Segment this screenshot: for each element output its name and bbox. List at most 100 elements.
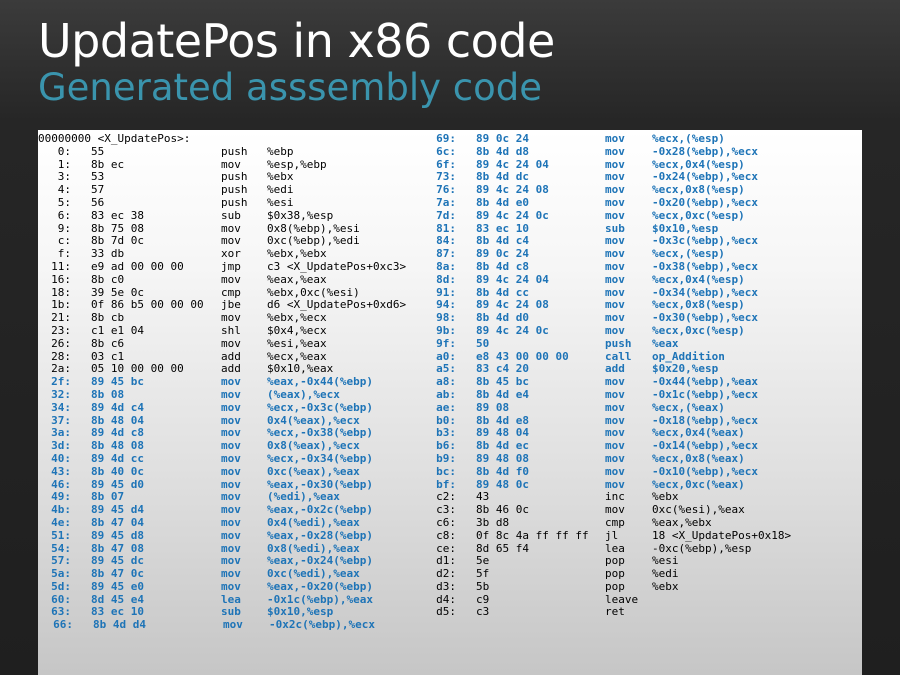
opcode-bytes: 50 <box>476 336 490 350</box>
code-line: 0: 55 push %ebp <box>38 144 294 159</box>
mnemonic: mov <box>605 259 625 273</box>
assembly-column-left: 00000000 <X_UpdatePos>: 0: 55 push %ebp 1: 8b… <box>38 132 406 632</box>
mnemonic: mov <box>221 400 241 414</box>
opcode-bytes: 8b c0 <box>91 272 125 286</box>
mnemonic: mov <box>221 451 241 465</box>
code-line: 5a: 8b 47 0c mov 0xc(%edi),%eax <box>38 567 360 581</box>
mnemonic: mov <box>605 387 625 401</box>
mnemonic: mov <box>605 503 625 517</box>
operands: -0x28(%ebp),%ecx <box>652 144 758 158</box>
operands: -0x1c(%ebp),%ecx <box>652 387 758 401</box>
operands: 0xc(%eax),%eax <box>267 464 360 478</box>
mnemonic: mov <box>221 528 241 542</box>
code-line: 51: 89 45 d8 mov %eax,-0x28(%ebp) <box>38 529 373 543</box>
mnemonic: pop <box>605 579 625 593</box>
address: 5: <box>57 195 71 209</box>
address: 26: <box>51 336 71 350</box>
operands: %ecx,-0x34(%ebp) <box>267 451 373 465</box>
mnemonic: mov <box>223 618 243 632</box>
operands: %eax,-0x20(%ebp) <box>267 579 373 593</box>
opcode-bytes: 89 4c 24 0c <box>476 323 549 337</box>
code-line: 34: 89 4d c4 mov %ecx,-0x3c(%ebp) <box>38 401 373 415</box>
opcode-bytes: 89 4c 24 04 <box>476 272 549 286</box>
operands: %eax,-0x28(%ebp) <box>267 528 373 542</box>
mnemonic: mov <box>221 515 241 529</box>
mnemonic: mov <box>221 464 241 478</box>
mnemonic: mov <box>605 323 625 337</box>
opcode-bytes: c3 <box>476 605 490 619</box>
operands: 18 <X_UpdatePos+0x18> <box>652 528 792 542</box>
opcode-bytes: 89 48 08 <box>476 451 529 465</box>
opcode-bytes: 5f <box>476 567 490 581</box>
address: 5d: <box>51 579 71 593</box>
opcode-bytes: 0f 8c 4a ff ff ff <box>476 528 589 542</box>
operands: %ecx,0xc(%esp) <box>652 323 745 337</box>
opcode-bytes: 89 4d c4 <box>91 400 144 414</box>
address: b6: <box>436 439 456 453</box>
opcode-bytes: 56 <box>91 195 105 209</box>
opcode-bytes: 8b 40 0c <box>91 464 144 478</box>
address: 11: <box>51 259 71 273</box>
slide-title: UpdatePos in x86 code <box>38 14 555 68</box>
opcode-bytes: 89 4c 24 0c <box>476 208 549 222</box>
address: 66: <box>53 618 73 632</box>
mnemonic: mov <box>605 464 625 478</box>
code-line: 5d: 89 45 e0 mov %eax,-0x20(%ebp) <box>38 579 373 594</box>
opcode-bytes: 83 ec 38 <box>91 208 144 222</box>
opcode-bytes: 8b 47 04 <box>91 515 144 529</box>
address: 0: <box>57 144 71 158</box>
code-line: 4e: 8b 47 04 mov 0x4(%edi),%eax <box>38 515 360 530</box>
mnemonic: cmp <box>605 515 625 529</box>
mnemonic: mov <box>221 567 241 581</box>
opcode-bytes: 8b 46 0c <box>476 503 529 517</box>
code-line: 66: 8b 4d d4 mov -0x2c(%ebp),%ecx <box>38 618 375 632</box>
address: 32: <box>51 387 71 401</box>
address: 6: <box>57 208 71 222</box>
address: 40: <box>51 451 71 465</box>
code-line: 6: 83 ec 38 sub $0x38,%esp <box>38 208 333 223</box>
code-line: 11: e9 ad 00 00 00 jmp c3 <X_UpdatePos+0xc3… <box>38 259 406 274</box>
mnemonic: pop <box>605 567 625 581</box>
mnemonic: jmp <box>221 259 241 273</box>
address: d2: <box>436 567 456 581</box>
opcode-bytes: 8b 4d c8 <box>476 259 529 273</box>
address: 9b: <box>436 323 456 337</box>
address: 8a: <box>436 259 456 273</box>
address: ab: <box>436 387 456 401</box>
address: 7d: <box>436 208 456 222</box>
opcode-bytes: 55 <box>91 144 105 158</box>
address: c8: <box>436 528 456 542</box>
mnemonic: mov <box>605 208 625 222</box>
address: 6c: <box>436 144 456 158</box>
code-line: 5: 56 push %esi <box>38 195 294 210</box>
operands: -0x10(%ebp),%ecx <box>652 464 758 478</box>
operands: %eax,-0x2c(%ebp) <box>267 503 373 517</box>
opcode-bytes: 89 45 e0 <box>91 579 144 593</box>
opcode-bytes: 89 4d cc <box>91 451 144 465</box>
address: d3: <box>436 579 456 593</box>
mnemonic: shl <box>221 323 241 337</box>
code-line: 4b: 89 45 d4 mov %eax,-0x2c(%ebp) <box>38 503 373 517</box>
code-line: 23: c1 e1 04 shl $0x4,%ecx <box>38 323 326 338</box>
code-line: 40: 89 4d cc mov %ecx,-0x34(%ebp) <box>38 451 373 466</box>
mnemonic: ret <box>605 605 625 619</box>
slide-subtitle: Generated asssembly code <box>38 66 543 109</box>
code-line: 32: 8b 08 mov (%eax),%ecx <box>38 387 340 402</box>
address: 23: <box>51 323 71 337</box>
address: 7a: <box>436 195 456 209</box>
opcode-bytes: 89 45 d8 <box>91 528 144 542</box>
operands: %ecx,(%esp) <box>652 132 725 145</box>
opcode-bytes: 8b 08 <box>91 387 125 401</box>
operands: c3 <X_UpdatePos+0xc3> <box>267 259 407 273</box>
operands: 0x4(%edi),%eax <box>267 515 360 529</box>
mnemonic: mov <box>605 400 625 414</box>
code-line: 43: 8b 40 0c mov 0xc(%eax),%eax <box>38 465 360 479</box>
opcode-bytes: 8b 48 08 <box>91 439 144 453</box>
address: 4e: <box>51 515 71 529</box>
operands: $0x4,%ecx <box>267 323 327 337</box>
operands: -0x14(%ebp),%ecx <box>652 439 758 453</box>
opcode-bytes: 8b 4d ec <box>476 439 529 453</box>
operands: $0x38,%esp <box>267 208 334 222</box>
operands: 0xc(%esi),%eax <box>652 503 745 517</box>
operands: -0x20(%ebp),%ecx <box>652 195 758 209</box>
